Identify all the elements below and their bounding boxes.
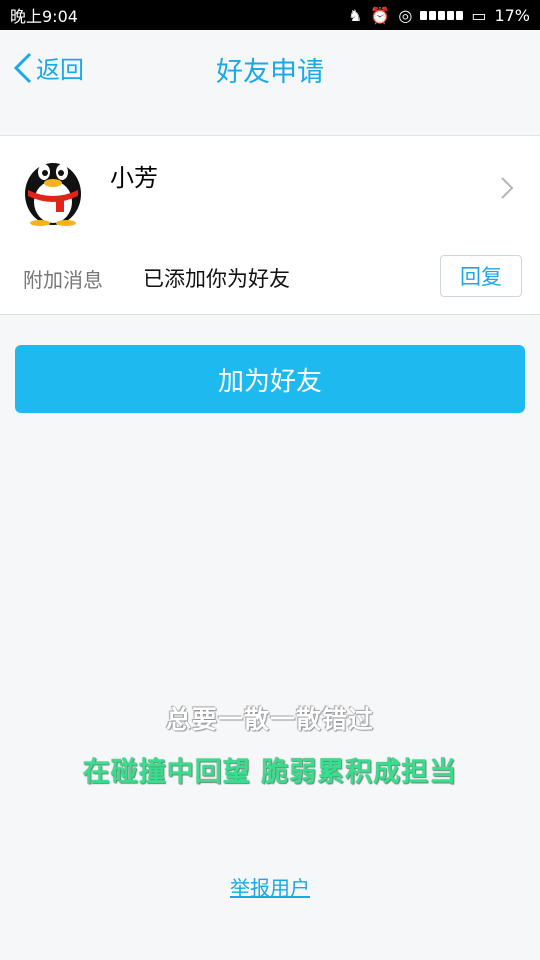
- nav-bar: 返回 好友申请: [0, 30, 540, 108]
- chevron-right-icon: [501, 177, 514, 199]
- signature-line-1: 总要一散一散错过: [165, 705, 374, 734]
- reply-button[interactable]: 回复: [440, 255, 522, 297]
- contact-name: 小芳: [110, 164, 158, 192]
- message-row: 附加消息 已添加你为好友 回复: [0, 240, 540, 315]
- page-title: 好友申请: [216, 57, 324, 88]
- battery-percent: 17%: [494, 5, 530, 25]
- message-text: 已添加你为好友: [143, 267, 290, 291]
- status-time: 晚上9:04: [10, 7, 78, 26]
- alarm-icon: ⏰: [370, 5, 391, 25]
- signal-icon: [420, 10, 464, 20]
- status-bar: 晚上9:04 ♞ ⏰ ◎ ▭ 17%: [0, 0, 540, 30]
- message-label: 附加消息: [23, 268, 103, 292]
- battery-icon: ▭: [471, 5, 487, 25]
- signature-line-2: 在碰撞中回望 脆弱累积成担当: [82, 757, 458, 788]
- hotspot-icon: ◎: [398, 5, 413, 25]
- deer-icon: ♞: [348, 5, 363, 25]
- profile-row[interactable]: 小芳: [0, 135, 540, 242]
- status-icons: ♞ ⏰ ◎ ▭ 17%: [348, 6, 530, 25]
- avatar[interactable]: [20, 150, 86, 226]
- add-friend-button[interactable]: 加为好友: [15, 345, 525, 413]
- report-user-link[interactable]: 举报用户: [0, 872, 540, 901]
